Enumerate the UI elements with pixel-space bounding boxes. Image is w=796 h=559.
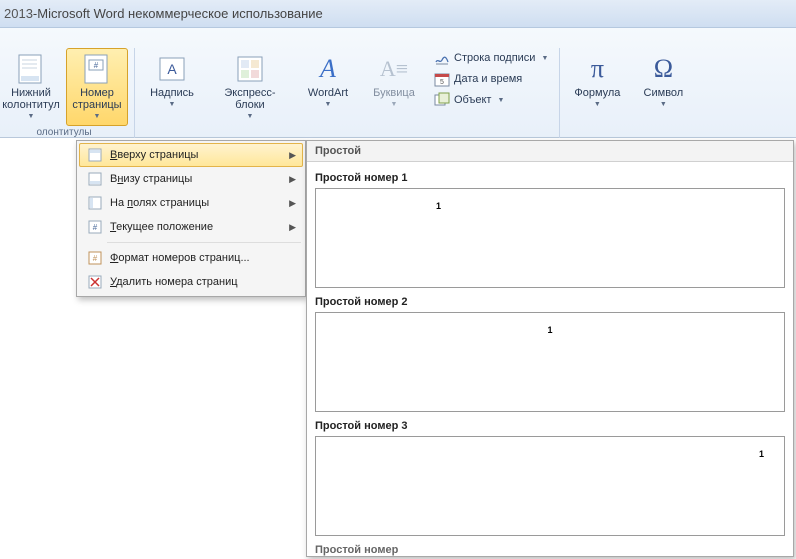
svg-text:#: # — [93, 254, 98, 263]
menu-item[interactable]: На полях страницы ▶ — [79, 191, 303, 215]
date-time-button[interactable]: 5 Дата и время — [429, 69, 553, 89]
chevron-down-icon: ▼ — [541, 55, 548, 62]
wordart-button[interactable]: A WordArt▼ — [297, 48, 359, 114]
preview-page-number: 1 — [759, 449, 764, 459]
menu-item-label: Текущее положение — [106, 221, 282, 233]
page-number-button[interactable]: # Номер страницы ▼ — [66, 48, 128, 126]
menu-item-icon — [84, 195, 106, 211]
submenu-arrow-icon: ▶ — [289, 174, 296, 185]
menu-item-label: На полях страницы — [106, 197, 282, 209]
object-icon — [434, 92, 450, 108]
svg-text:A: A — [167, 61, 177, 77]
quickparts-button[interactable]: Экспресс-блоки▼ — [207, 48, 293, 126]
title-bar: 2013 - Microsoft Word некоммерческое исп… — [0, 0, 796, 28]
gallery-item-preview[interactable]: 1 — [315, 436, 785, 536]
quickparts-icon — [234, 53, 266, 85]
menu-item[interactable]: Внизу страницы ▶ — [79, 167, 303, 191]
gallery-item-preview[interactable]: 1 — [315, 312, 785, 412]
menu-item-label: Удалить номера страниц — [106, 276, 282, 288]
dropcap-icon: A≡ — [378, 53, 410, 85]
menu-item[interactable]: # Формат номеров страниц... — [79, 246, 303, 270]
textbox-button[interactable]: A Надпись▼ — [141, 48, 203, 114]
signature-icon — [434, 50, 450, 66]
page-number-menu: Вверху страницы▶Внизу страницы▶На полях … — [76, 140, 306, 297]
menu-item-label: Внизу страницы — [106, 173, 282, 185]
menu-item-icon: # — [84, 219, 106, 235]
menu-item[interactable]: Вверху страницы ▶ — [79, 143, 303, 167]
preview-page-number: 1 — [547, 325, 552, 335]
footer-button[interactable]: Нижний колонтитул ▼ — [0, 48, 62, 126]
gallery-item-title: Простой номер 3 — [315, 420, 785, 432]
menu-item-icon: # — [84, 250, 106, 266]
dropcap-button[interactable]: A≡ Буквица▼ — [363, 48, 425, 114]
menu-item-label: Вверху страницы — [106, 149, 282, 161]
wordart-icon: A — [312, 53, 344, 85]
submenu-arrow-icon: ▶ — [289, 150, 296, 161]
object-button[interactable]: Объект▼ — [429, 90, 553, 110]
chevron-down-icon: ▼ — [594, 99, 601, 111]
menu-item-icon — [84, 147, 106, 163]
svg-text:#: # — [93, 223, 98, 232]
menu-item-icon — [84, 171, 106, 187]
chevron-down-icon: ▼ — [94, 111, 101, 123]
omega-icon: Ω — [647, 53, 679, 85]
app-name: Microsoft Word некоммерческое использова… — [37, 6, 323, 21]
chevron-down-icon: ▼ — [28, 111, 35, 123]
menu-item[interactable]: Удалить номера страниц — [79, 270, 303, 294]
menu-item-icon — [84, 274, 106, 290]
menu-item[interactable]: # Текущее положение ▶ — [79, 215, 303, 239]
submenu-arrow-icon: ▶ — [289, 198, 296, 209]
calendar-icon: 5 — [434, 71, 450, 87]
menu-separator — [107, 242, 301, 243]
gallery-item-title: Простой номер 1 — [315, 172, 785, 184]
svg-text:#: # — [94, 61, 99, 70]
chevron-down-icon: ▼ — [660, 99, 667, 111]
document-name: 2013 — [4, 6, 33, 21]
symbol-button[interactable]: Ω Символ▼ — [632, 48, 694, 114]
submenu-arrow-icon: ▶ — [289, 222, 296, 233]
pi-icon: π — [581, 53, 613, 85]
chevron-down-icon: ▼ — [169, 99, 176, 111]
page-number-label: Номер страницы ▼ — [72, 85, 121, 125]
chevron-down-icon: ▼ — [325, 99, 332, 111]
footer-icon — [15, 53, 47, 85]
gallery-item-title: Простой номер — [315, 544, 785, 556]
textbox-icon: A — [156, 53, 188, 85]
preview-page-number: 1 — [436, 201, 441, 211]
chevron-down-icon: ▼ — [497, 97, 504, 104]
group-label-headerfooter: олонтитулы — [0, 126, 128, 140]
menu-item-label: Формат номеров страниц... — [106, 252, 282, 264]
chevron-down-icon: ▼ — [247, 111, 254, 123]
group-label-text — [141, 126, 553, 140]
footer-label: Нижний колонтитул ▼ — [2, 85, 60, 125]
gallery-item-preview[interactable]: 1 — [315, 188, 785, 288]
chevron-down-icon: ▼ — [391, 99, 398, 111]
signature-line-button[interactable]: Строка подписи▼ — [429, 48, 553, 68]
group-label-symbols — [566, 124, 694, 138]
page-number-icon: # — [81, 53, 113, 85]
equation-button[interactable]: π Формула▼ — [566, 48, 628, 114]
ribbon: Нижний колонтитул ▼ # Номер страницы ▼ о… — [0, 28, 796, 138]
svg-text:5: 5 — [440, 79, 444, 86]
gallery-item-title: Простой номер 2 — [315, 296, 785, 308]
page-number-gallery: Простой Простой номер 1 1 Простой номер 2 1… — [306, 140, 794, 557]
gallery-section-header: Простой — [307, 141, 793, 162]
